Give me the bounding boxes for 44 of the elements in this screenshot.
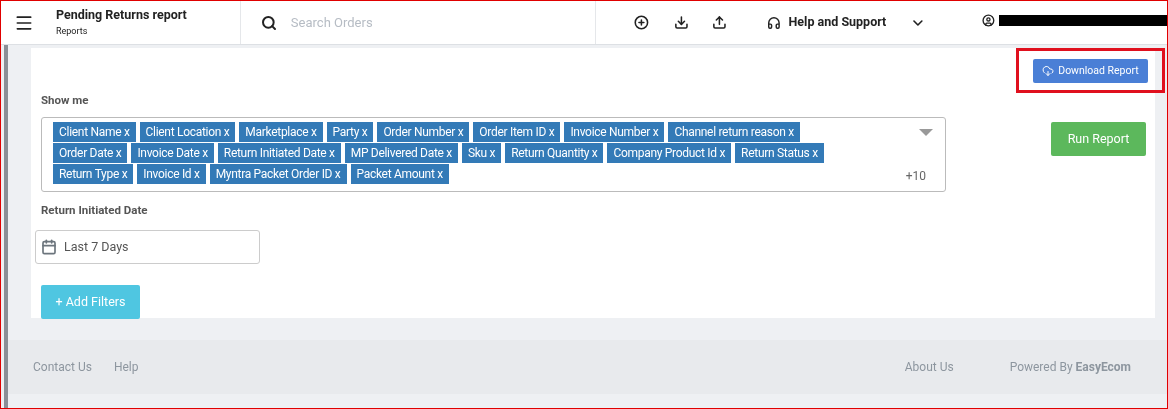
column-tag[interactable]: Company Product Id x: [607, 143, 732, 164]
footer-link[interactable]: Contact Us: [33, 358, 92, 376]
column-tag[interactable]: Client Location x: [139, 122, 236, 143]
user-icon[interactable]: [982, 14, 995, 27]
column-tag[interactable]: Marketplace x: [239, 122, 323, 143]
column-tag[interactable]: Myntra Packet Order ID x: [209, 164, 347, 185]
search-field[interactable]: Search Orders: [290, 12, 541, 33]
column-tag[interactable]: Invoice Number x: [564, 122, 665, 143]
powered-by-text: Powered By EasyEcom: [1009, 359, 1131, 376]
column-tag[interactable]: Channel return reason x: [668, 122, 800, 143]
column-tag[interactable]: MP Delivered Date x: [344, 143, 458, 164]
column-tag[interactable]: Sku x: [461, 143, 502, 164]
cloud-download-icon: [1042, 64, 1055, 77]
calendar-icon: [41, 239, 57, 256]
search-icon: [260, 14, 277, 31]
download-icon[interactable]: [674, 15, 689, 30]
column-tag[interactable]: Return Status x: [735, 143, 824, 164]
column-tag[interactable]: Order Date x: [53, 143, 128, 164]
more-count: +10: [905, 168, 926, 186]
date-filter-label: Return Initiated Date: [41, 203, 148, 218]
show-me-label: Show me: [41, 92, 90, 109]
upload-icon[interactable]: [711, 15, 727, 30]
footer-link[interactable]: About Us: [904, 358, 954, 376]
headset-icon: [766, 15, 781, 30]
date-range-field[interactable]: Last 7 Days: [35, 230, 260, 265]
help-link[interactable]: Help and Support: [788, 13, 887, 32]
columns-select[interactable]: [41, 117, 946, 193]
page-title: Pending Returns report: [56, 7, 188, 23]
column-tag[interactable]: Packet Amount x: [350, 164, 449, 185]
run-report-button[interactable]: Run Report: [1051, 122, 1146, 156]
column-tag[interactable]: Order Number x: [377, 122, 470, 143]
column-tag[interactable]: Invoice Id x: [137, 164, 206, 185]
column-tag[interactable]: Return Type x: [53, 164, 134, 185]
column-tag[interactable]: Client Name x: [53, 122, 136, 143]
dropdown-arrow-icon[interactable]: [919, 129, 933, 137]
page-subtitle: Reports: [56, 25, 89, 38]
column-tag[interactable]: Return Initiated Date x: [217, 143, 341, 164]
column-tag[interactable]: Return Quantity x: [505, 143, 604, 164]
column-tag[interactable]: Order Item ID x: [473, 122, 561, 143]
add-icon[interactable]: [634, 15, 649, 30]
column-tag[interactable]: Party x: [326, 122, 374, 143]
footer-link[interactable]: Help: [113, 358, 139, 376]
download-report-button[interactable]: Download Report: [1033, 58, 1148, 83]
column-tag[interactable]: Invoice Date x: [131, 143, 214, 164]
